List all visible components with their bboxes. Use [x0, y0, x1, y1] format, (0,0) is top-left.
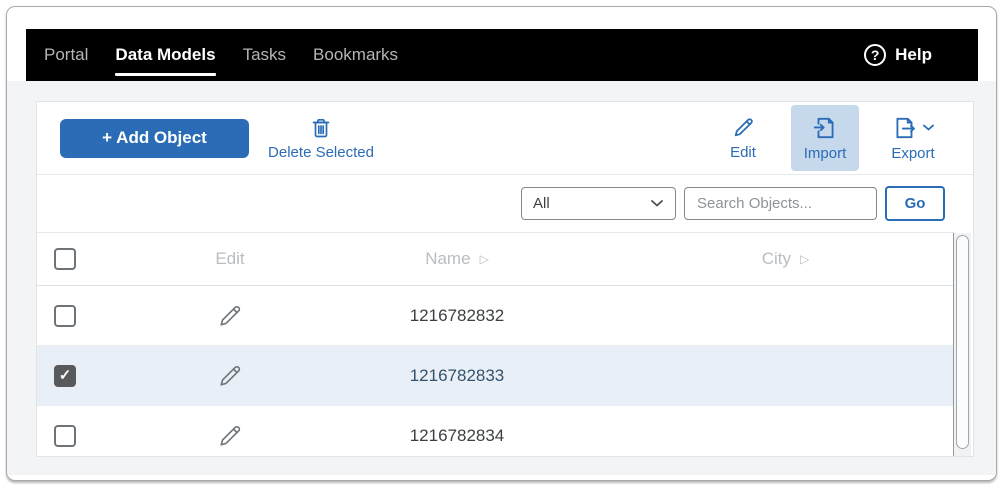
go-button[interactable]: Go [885, 186, 945, 221]
help-button[interactable]: ? Help [864, 44, 932, 66]
help-label: Help [895, 45, 932, 65]
search-input[interactable] [684, 187, 877, 220]
toolbar: + Add Object Delete Selected [37, 102, 973, 174]
edit-button[interactable]: Edit [711, 105, 775, 171]
name-cell: 1216782832 [410, 306, 505, 326]
trash-icon [309, 116, 333, 140]
name-cell: 1216782834 [410, 426, 505, 446]
column-header-edit: Edit [93, 249, 367, 269]
import-icon [812, 115, 838, 141]
nav-tab-data-models[interactable]: Data Models [115, 45, 215, 65]
type-filter-value: All [533, 195, 550, 212]
table-row: ✓ 1216782833 [37, 346, 954, 406]
sort-icon[interactable]: ▷ [800, 252, 809, 266]
question-circle-icon: ? [864, 44, 886, 66]
row-checkbox[interactable]: ✓ [54, 305, 76, 327]
name-cell: 1216782833 [410, 366, 505, 386]
delete-selected-label: Delete Selected [268, 144, 374, 161]
export-icon [892, 115, 918, 141]
row-edit-pencil-icon[interactable] [216, 362, 244, 390]
nav-tab-tasks[interactable]: Tasks [243, 45, 286, 65]
edit-label: Edit [730, 144, 756, 161]
pencil-icon [731, 115, 756, 140]
import-button[interactable]: Import [791, 105, 859, 171]
chevron-down-icon [922, 123, 935, 132]
add-object-button[interactable]: + Add Object [60, 119, 249, 158]
row-edit-pencil-icon[interactable] [216, 302, 244, 330]
type-filter-select[interactable]: All [521, 187, 676, 220]
row-checkbox[interactable]: ✓ [54, 365, 76, 387]
nav-tab-bookmarks[interactable]: Bookmarks [313, 45, 398, 65]
table-row: ✓ 1216782832 [37, 286, 954, 346]
import-label: Import [804, 145, 847, 162]
row-checkbox[interactable]: ✓ [54, 425, 76, 447]
content-panel: + Add Object Delete Selected [36, 101, 974, 457]
top-nav: Portal Data Models Tasks Bookmarks ? Hel… [26, 29, 978, 81]
filter-bar: All Go [37, 174, 973, 232]
nav-tab-portal[interactable]: Portal [44, 45, 88, 65]
table-row: ✓ 1216782834 [37, 406, 954, 457]
table-header: ✓ Edit Name ▷ City ▷ [37, 232, 954, 286]
app-window: Portal Data Models Tasks Bookmarks ? Hel… [6, 6, 997, 481]
column-header-city[interactable]: City ▷ [547, 249, 954, 269]
row-edit-pencil-icon[interactable] [216, 422, 244, 450]
select-all-checkbox[interactable]: ✓ [54, 248, 76, 270]
scrollbar-thumb[interactable] [956, 235, 969, 449]
chevron-down-icon [650, 199, 664, 208]
export-label: Export [891, 145, 934, 162]
sort-icon[interactable]: ▷ [480, 252, 489, 266]
column-header-name[interactable]: Name ▷ [367, 249, 547, 269]
export-button[interactable]: Export [875, 105, 951, 171]
delete-selected-button[interactable]: Delete Selected [265, 105, 377, 171]
